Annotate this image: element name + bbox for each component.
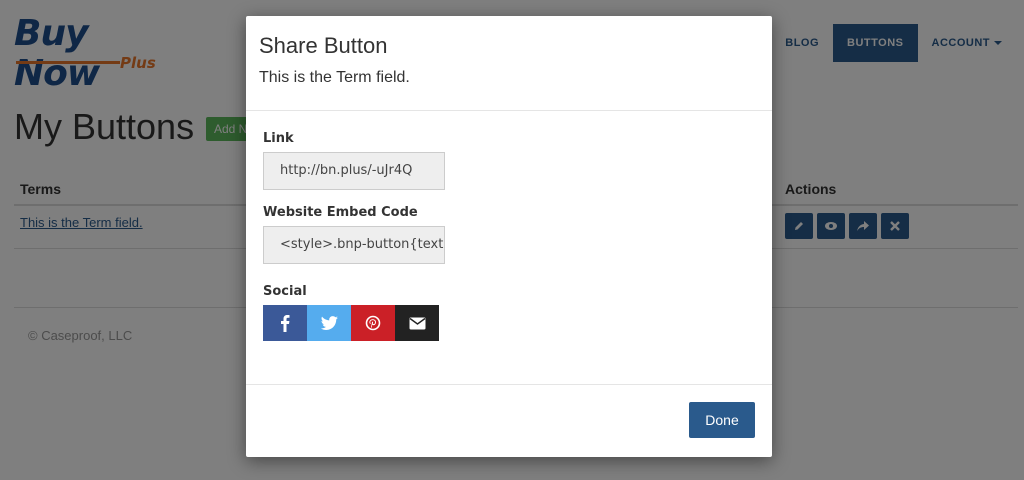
twitter-share-button[interactable] — [307, 305, 351, 341]
embed-code-field[interactable]: <style>.bnp-button{text- — [263, 226, 445, 264]
twitter-icon — [320, 316, 338, 330]
email-icon — [409, 317, 425, 329]
email-share-button[interactable] — [395, 305, 439, 341]
social-buttons — [263, 305, 439, 341]
share-button-modal: Share Button This is the Term field. Lin… — [246, 16, 772, 457]
modal-subtitle: This is the Term field. — [259, 69, 410, 86]
social-label: Social — [263, 284, 307, 299]
modal-footer: Done — [246, 385, 772, 456]
done-button[interactable]: Done — [689, 402, 755, 438]
link-label: Link — [263, 131, 294, 146]
facebook-share-button[interactable] — [263, 305, 307, 341]
modal-body: Link http://bn.plus/-uJr4Q Website Embed… — [246, 111, 772, 385]
pinterest-share-button[interactable] — [351, 305, 395, 341]
embed-code-label: Website Embed Code — [263, 205, 418, 220]
link-field[interactable]: http://bn.plus/-uJr4Q — [263, 152, 445, 190]
modal-header: Share Button This is the Term field. — [246, 16, 772, 111]
modal-title: Share Button — [259, 33, 388, 58]
pinterest-icon — [365, 315, 381, 331]
facebook-icon — [281, 315, 290, 332]
